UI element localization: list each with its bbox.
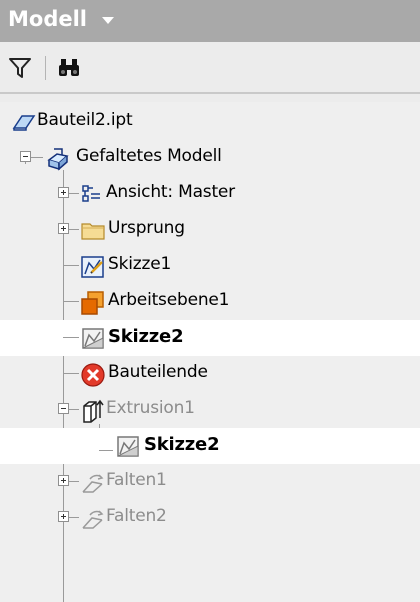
tree-item-skizze2-child[interactable]: Skizze2	[0, 428, 420, 464]
expand-icon[interactable]	[58, 475, 69, 486]
tree-item-falten1[interactable]: Falten1	[0, 464, 420, 500]
tree-item-skizze1[interactable]: Skizze1	[0, 248, 420, 284]
collapse-icon[interactable]	[58, 403, 69, 414]
expand-icon[interactable]	[58, 223, 69, 234]
tree-item-ansicht-master[interactable]: Ansicht: Master	[0, 176, 420, 212]
extrusion-icon	[80, 398, 104, 423]
fold-icon	[80, 506, 104, 530]
tree-item-bauteilende[interactable]: Bauteilende	[0, 356, 420, 392]
filter-icon[interactable]	[8, 56, 32, 80]
tree-line	[99, 450, 113, 451]
tree-item-ursprung[interactable]: Ursprung	[0, 212, 420, 248]
tree-line	[69, 409, 79, 410]
tree-line	[63, 337, 79, 338]
tree-item-label: Falten2	[106, 506, 167, 526]
tree-line	[63, 265, 79, 266]
tree-item-label: Skizze1	[108, 254, 172, 274]
tree-item-label: Extrusion1	[106, 398, 195, 418]
work-plane-icon	[80, 290, 104, 315]
sketch-icon	[115, 434, 139, 458]
tree-line	[69, 517, 79, 518]
sketch-icon	[80, 326, 104, 350]
tree-line	[69, 193, 79, 194]
tree-item-label: Bauteil2.ipt	[37, 110, 133, 130]
chevron-down-icon[interactable]	[102, 17, 114, 24]
tree-item-arbeitsebene1[interactable]: Arbeitsebene1	[0, 284, 420, 320]
model-browser-header: Modell	[0, 0, 420, 42]
toolbar-separator	[45, 56, 46, 80]
tree-line	[31, 157, 43, 158]
tree-item-gefaltetes-modell[interactable]: Gefaltetes Modell	[0, 140, 420, 176]
tree-item-label: Falten1	[106, 470, 167, 490]
tree-item-label: Ansicht: Master	[106, 182, 235, 202]
tree-item-label: Bauteilende	[108, 362, 208, 382]
tree-root[interactable]: Bauteil2.ipt	[0, 104, 420, 140]
toolbar-divider	[0, 92, 420, 94]
tree-item-label: Skizze2	[108, 326, 184, 347]
sheet-metal-icon	[45, 146, 69, 171]
end-of-part-icon	[80, 362, 105, 387]
binoculars-icon[interactable]	[56, 55, 82, 81]
tree-item-skizze2[interactable]: Skizze2	[0, 320, 420, 356]
expand-icon[interactable]	[58, 187, 69, 198]
folder-icon	[80, 218, 105, 242]
tree-item-label: Ursprung	[108, 218, 185, 238]
tree-item-label: Gefaltetes Modell	[76, 146, 222, 166]
sketch-icon	[80, 254, 104, 278]
expand-icon[interactable]	[58, 511, 69, 522]
collapse-icon[interactable]	[20, 151, 31, 162]
model-browser-title[interactable]: Modell	[8, 7, 87, 31]
tree-line	[63, 373, 79, 374]
fold-icon	[80, 470, 104, 494]
tree-line	[69, 229, 79, 230]
tree-item-label: Arbeitsebene1	[108, 290, 230, 310]
view-icon	[80, 182, 104, 206]
tree-item-label: Skizze2	[144, 434, 220, 455]
part-icon	[10, 110, 36, 134]
tree-line	[69, 481, 79, 482]
tree-item-extrusion1[interactable]: Extrusion1	[0, 392, 420, 428]
tree-line	[63, 301, 79, 302]
